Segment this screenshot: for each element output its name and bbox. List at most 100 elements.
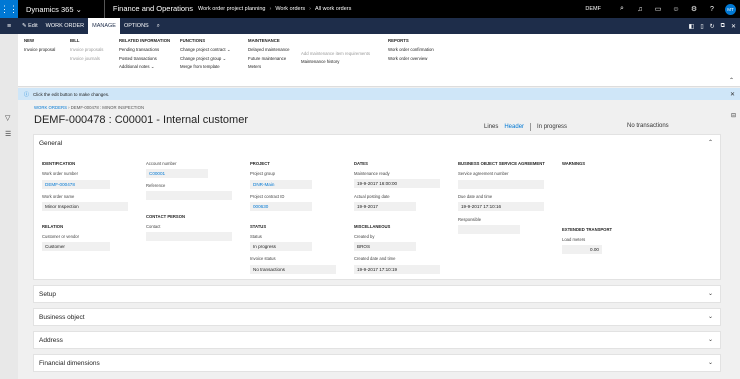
office-icon[interactable]: ◧ [689,23,695,30]
close-message-icon[interactable]: ✕ [730,91,735,98]
close-icon[interactable]: ✕ [731,23,736,30]
customer-or-vendor-field[interactable]: Customer [42,242,110,251]
open-new-window-icon[interactable]: ⧉ [721,23,725,30]
work-order-name-field[interactable]: Minor Inspection [42,202,128,211]
chevron-down-icon[interactable]: ⌄ [708,290,713,297]
merge-from-template-button[interactable]: Merge from template [180,63,230,72]
fasttab-title: Setup [39,291,56,298]
project-group-field[interactable]: DNR-Main [250,180,312,189]
ribbon-group-related: RELATED INFORMATION Pending transactions… [119,38,170,72]
group-header: WARNINGS [562,161,586,166]
bell-icon[interactable]: ♫ [631,0,649,18]
field-label: Customer or vendor [42,234,80,239]
help-icon[interactable]: ? [703,0,721,18]
dates-group: DATES Maintenance ready 19-9-2017 16:00:… [354,161,444,281]
invoice-journals-button[interactable]: Invoice journals [70,55,103,64]
field-label: Invoice status [250,256,276,261]
work-order-confirmation-button[interactable]: Work order confirmation [388,46,434,55]
chevron-down-icon[interactable]: ⌄ [708,336,713,343]
identification-group: IDENTIFICATION Work order number DEMF-00… [42,161,132,281]
field-label: Project contract ID [250,194,285,199]
hamburger-menu-icon[interactable]: ≡ [0,18,18,34]
contact-field[interactable] [146,232,232,241]
change-project-contract-menu[interactable]: Change project contract ⌄ [180,46,230,55]
future-maintenance-button[interactable]: Future maintenance [248,55,290,64]
created-by-field[interactable]: BROS [354,242,416,251]
search-icon[interactable]: ⌕ [613,0,631,18]
ribbon-group-maintenance-col2: Add maintenance item requirements Mainte… [301,50,370,67]
view-lines-tab[interactable]: Lines [484,124,498,130]
action-search-icon[interactable]: ⌕ [153,18,164,34]
load-meters-field[interactable]: 0.00 [562,245,602,254]
app-launcher-icon[interactable]: ⋮⋮ [0,0,18,18]
refresh-icon[interactable]: ↻ [710,23,715,30]
chevron-up-icon[interactable]: ⌃ [708,139,713,146]
work-order-overview-button[interactable]: Work order overview [388,55,434,64]
toggle-factbox-icon[interactable]: ⊟ [731,112,736,119]
app-name: Finance and Operations [103,0,193,18]
invoice-status-field[interactable]: No transactions [250,265,336,274]
chat-icon[interactable]: ▭ [649,0,667,18]
group-header: STATUS [250,224,267,229]
setup-fasttab[interactable]: Setup ⌄ [33,285,721,303]
view-header-tab[interactable]: Header [504,124,524,130]
created-date-field[interactable]: 19-9-2017 17:10:19 [354,265,440,274]
invoice-proposal-button[interactable]: Invoice proposal [24,46,55,55]
status-field[interactable]: In progress [250,242,312,251]
company-picker[interactable]: DEMF [585,6,601,12]
chevron-down-icon[interactable]: ⌄ [708,359,713,366]
maintenance-history-button[interactable]: Maintenance history [301,58,370,67]
delayed-maintenance-button[interactable]: Delayed maintenance [248,46,290,55]
change-project-group-menu[interactable]: Change project group ⌄ [180,55,230,64]
work-order-number-field[interactable]: DEMF-000478 [42,180,110,189]
chevron-down-icon[interactable]: ⌄ [708,313,713,320]
field-label: Project group [250,171,275,176]
reference-field[interactable] [146,191,232,200]
invoice-proposals-button[interactable]: Invoice proposals [70,46,103,55]
top-breadcrumb: Work order project planning › Work order… [198,0,351,18]
due-date-field[interactable]: 19-9-2017 17:10:16 [458,202,544,211]
brand-label[interactable]: Dynamics 365 ⌄ [26,5,82,14]
actual-posting-date-field[interactable]: 19-9-2017 [354,202,416,211]
address-fasttab[interactable]: Address ⌄ [33,331,721,349]
crumb-page[interactable]: All work orders [315,0,351,18]
general-fasttab-header[interactable]: General ⌃ [34,135,720,152]
tab-options[interactable]: OPTIONS [120,18,153,34]
maintenance-ready-field[interactable]: 19-9-2017 16:00:00 [354,179,440,188]
add-maintenance-item-requirements-button[interactable]: Add maintenance item requirements [301,50,370,59]
fasttab-title: General [39,140,63,147]
meters-button[interactable]: Meters [248,63,290,72]
avatar[interactable]: MT [725,3,736,15]
crumb-area[interactable]: Work orders [275,0,305,18]
collapse-ribbon-icon[interactable]: ⌃ [729,77,734,84]
account-group: Account number C00001 Reference CONTACT … [146,161,236,281]
posted-transactions-button[interactable]: Posted transactions [119,55,170,64]
gear-icon[interactable]: ⚙ [685,0,703,18]
invoice-status-summary: No transactions [627,123,669,129]
field-label: Contact [146,224,161,229]
additional-notes-menu[interactable]: Additional notes ⌄ [119,63,170,72]
attachment-icon[interactable]: ▯ [700,23,703,30]
tab-manage[interactable]: MANAGE [88,18,120,34]
group-header: RELATED INFORMATION [119,38,171,43]
page-title: DEMF-000478 : C00001 - Internal customer [34,114,248,126]
field-label: Responsible [458,217,482,222]
field-label: Status [250,234,262,239]
field-label: Work order name [42,194,75,199]
financial-dimensions-fasttab[interactable]: Financial dimensions ⌄ [33,354,721,372]
responsible-field[interactable] [458,225,520,234]
project-contract-field[interactable]: 000630 [250,202,312,211]
service-agreement-number-field[interactable] [458,180,544,189]
smiley-icon[interactable]: ☺ [667,0,685,18]
filter-icon[interactable]: ▽ [5,114,10,122]
list-icon[interactable]: ☰ [5,130,11,138]
business-object-fasttab[interactable]: Business object ⌄ [33,308,721,326]
breadcrumb-work-orders-link[interactable]: WORK ORDERS [34,105,67,110]
page-header: WORK ORDERS › DEMF-000478 : MINOR INSPEC… [18,100,740,132]
group-header: BILL [70,38,80,43]
pending-transactions-button[interactable]: Pending transactions [119,46,170,55]
crumb-module[interactable]: Work order project planning [198,0,265,18]
account-number-field[interactable]: C00001 [146,169,208,178]
edit-button[interactable]: ✎ Edit [18,18,42,34]
tab-work-order[interactable]: WORK ORDER [42,18,89,34]
